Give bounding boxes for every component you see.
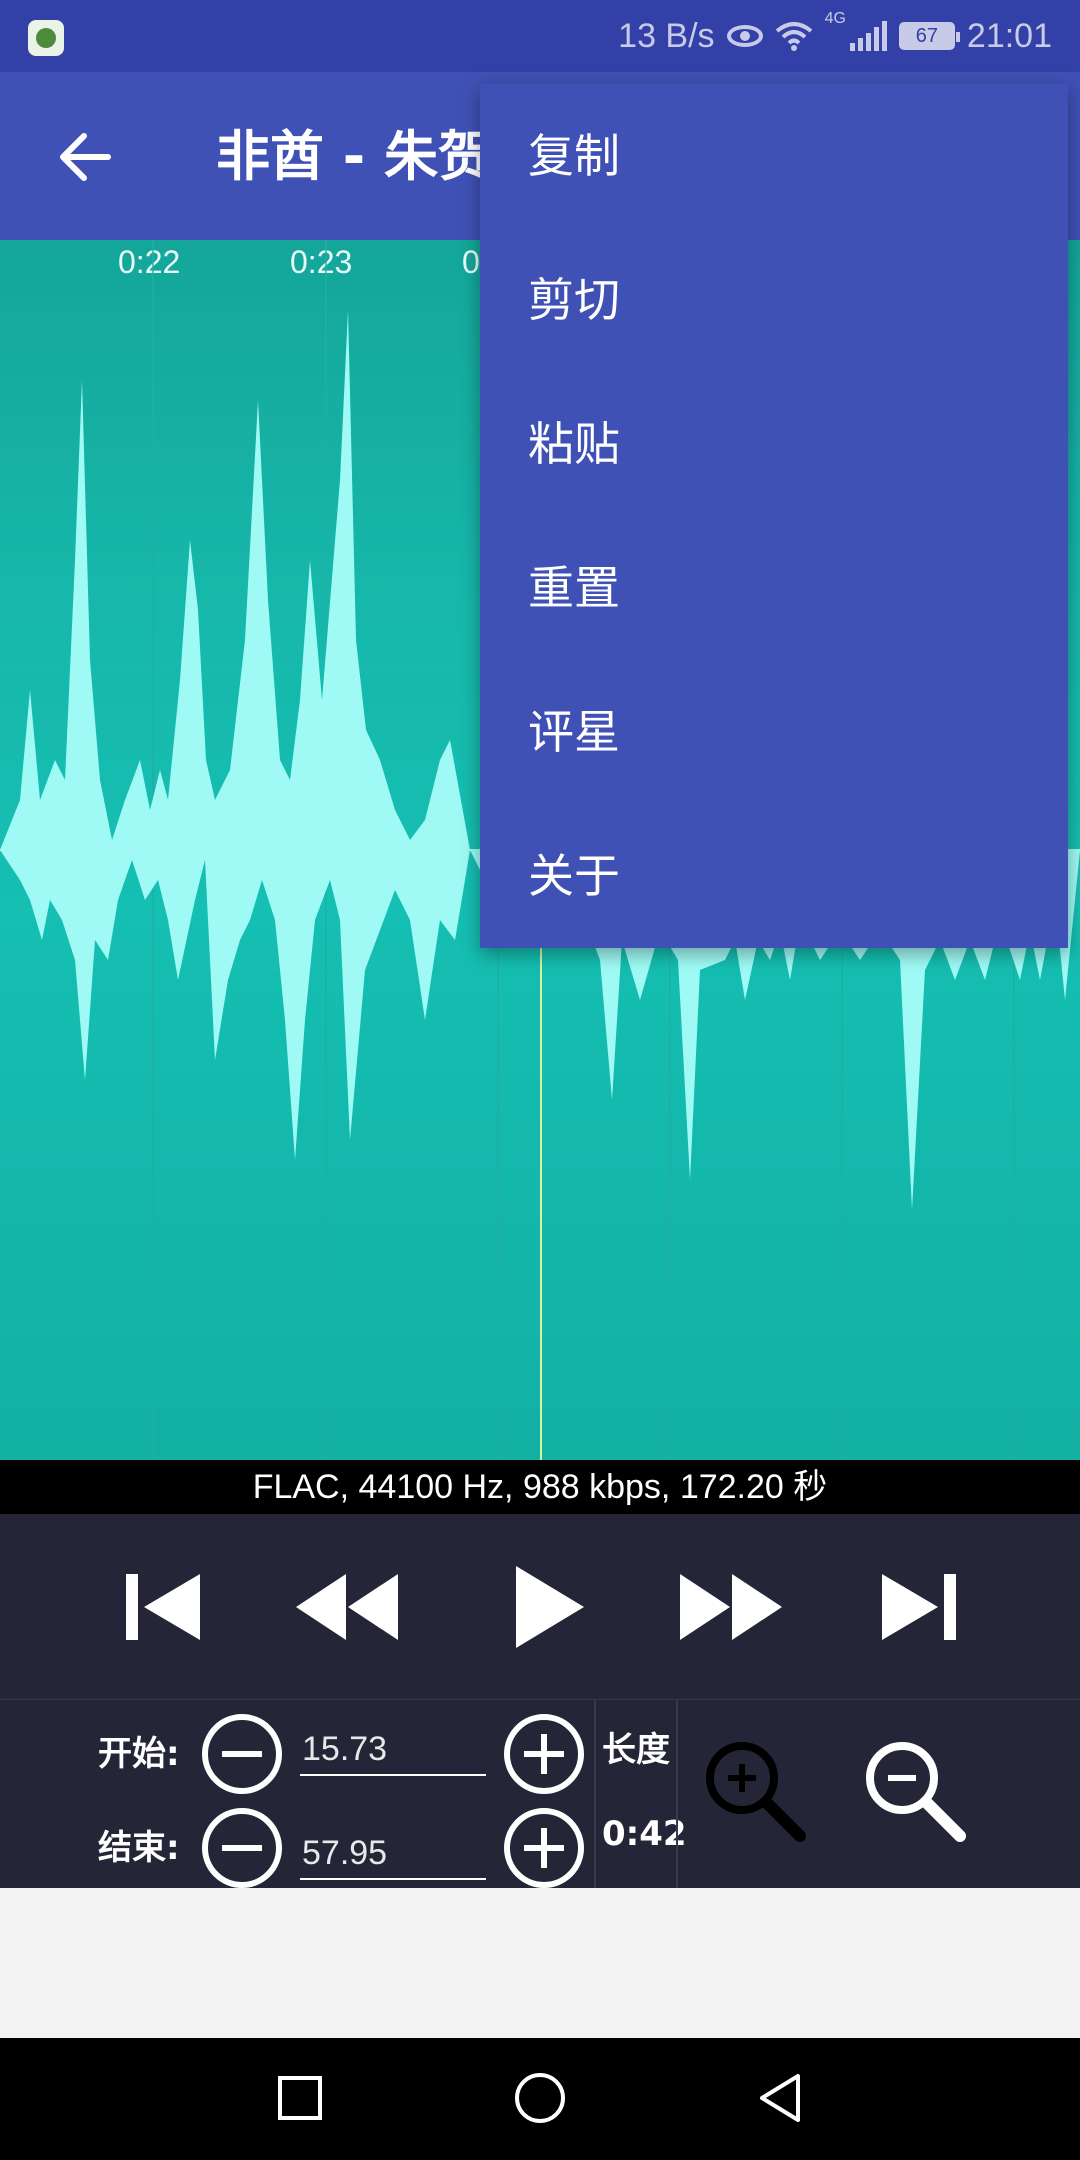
divider — [676, 1700, 678, 1888]
back-nav-icon[interactable] — [750, 2068, 810, 2128]
zoom-out-icon[interactable] — [860, 1736, 970, 1846]
end-increase-button[interactable] — [504, 1808, 584, 1888]
length-label: 长度 — [602, 1730, 670, 1770]
menu-item-cut[interactable]: 剪切 — [480, 228, 1068, 372]
status-bar: 13 B/s 4G 67 21:01 — [0, 0, 1080, 72]
menu-item-reset[interactable]: 重置 — [480, 516, 1068, 660]
end-decrease-button[interactable] — [202, 1808, 282, 1888]
net-speed: 13 B/s — [618, 16, 715, 55]
menu-item-paste[interactable]: 粘贴 — [480, 372, 1068, 516]
menu-item-copy[interactable]: 复制 — [480, 84, 1068, 228]
empty-area — [0, 1888, 1080, 2038]
zoom-in-icon[interactable] — [700, 1736, 810, 1846]
end-label: 结束: — [98, 1828, 180, 1868]
home-icon[interactable] — [510, 2068, 570, 2128]
page-title: 非酋 - 朱贺 — [216, 125, 493, 188]
fast-forward-icon[interactable] — [676, 1562, 786, 1652]
end-input[interactable]: 57.95 — [300, 1820, 486, 1880]
edit-panel: 开始: 15.73 结束: 57.95 长度 0:42 — [0, 1700, 1080, 1888]
play-icon[interactable] — [498, 1562, 598, 1652]
battery-icon: 67 — [898, 22, 960, 50]
overflow-menu: 复制 剪切 粘贴 重置 评星 关于 — [480, 84, 1068, 948]
start-input[interactable]: 15.73 — [300, 1716, 486, 1776]
app-icon — [28, 20, 64, 56]
skip-previous-icon[interactable] — [112, 1562, 212, 1652]
recents-icon[interactable] — [270, 2068, 330, 2128]
wifi-icon — [775, 22, 812, 51]
network-type: 4G — [824, 10, 846, 27]
menu-item-rate[interactable]: 评星 — [480, 660, 1068, 804]
audio-info: FLAC, 44100 Hz, 988 kbps, 172.20 秒 — [0, 1460, 1080, 1514]
arrow-left-icon[interactable] — [50, 122, 120, 192]
status-icons: 13 B/s 4G 67 21:01 — [618, 10, 1052, 62]
rewind-icon[interactable] — [292, 1562, 402, 1652]
eye-icon — [726, 25, 763, 47]
length-value: 0:42 — [602, 1814, 687, 1854]
clock: 21:01 — [966, 16, 1052, 55]
navigation-bar — [0, 2038, 1080, 2160]
start-label: 开始: — [98, 1734, 180, 1774]
signal-icon — [849, 21, 887, 51]
menu-item-about[interactable]: 关于 — [480, 804, 1068, 948]
battery-level: 67 — [915, 25, 939, 47]
transport-controls — [0, 1514, 1080, 1700]
divider — [594, 1700, 596, 1888]
skip-next-icon[interactable] — [870, 1562, 970, 1652]
start-decrease-button[interactable] — [202, 1714, 282, 1794]
start-increase-button[interactable] — [504, 1714, 584, 1794]
